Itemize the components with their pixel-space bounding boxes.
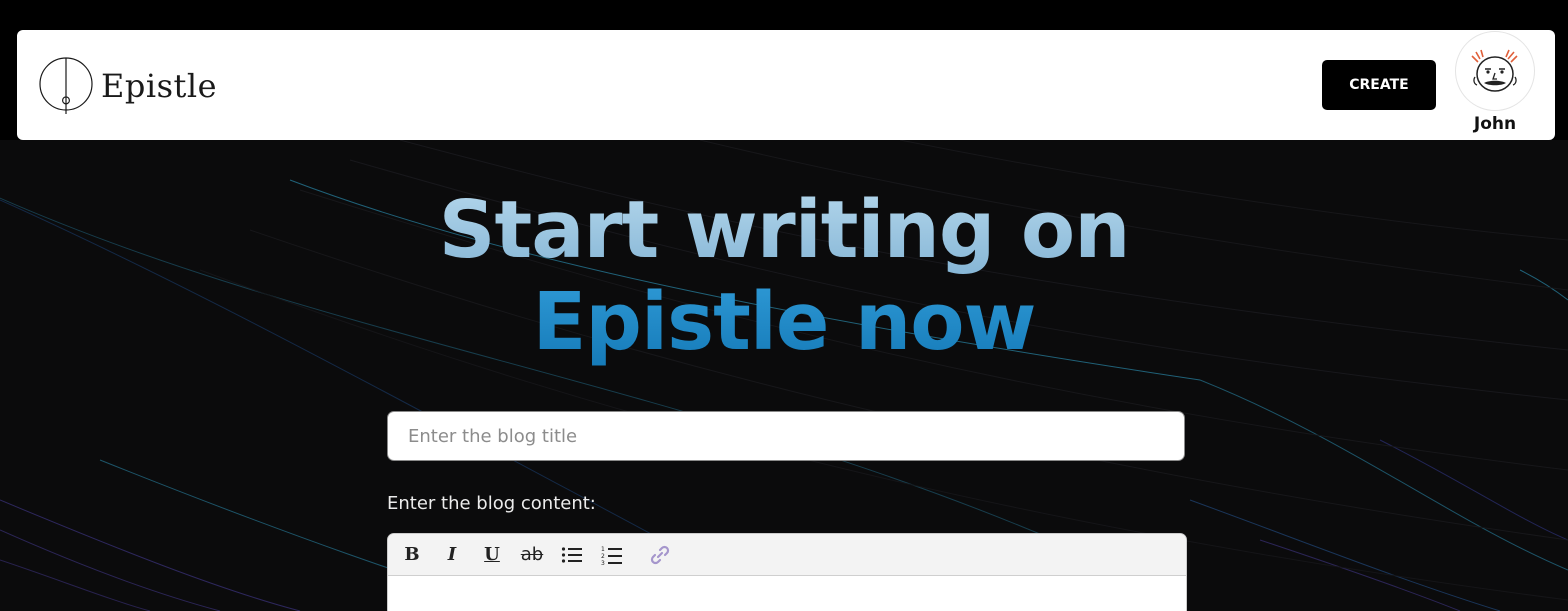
numbered-list-button[interactable]: 1 2 3 xyxy=(596,540,628,570)
page: Epistle CREATE John Start writing on Epi… xyxy=(0,0,1568,611)
blog-content-label: Enter the blog content: xyxy=(387,493,596,514)
underline-button[interactable]: U xyxy=(476,540,508,570)
brand[interactable]: Epistle xyxy=(37,56,217,116)
bold-button[interactable]: B xyxy=(396,540,428,570)
link-icon xyxy=(650,545,670,564)
svg-text:2: 2 xyxy=(601,553,605,560)
create-button[interactable]: CREATE xyxy=(1322,60,1436,110)
italic-button[interactable]: I xyxy=(436,540,468,570)
avatar-icon[interactable] xyxy=(1455,31,1535,111)
hero-line-2: Epistle now xyxy=(0,276,1568,368)
numbered-list-icon: 1 2 3 xyxy=(601,546,622,565)
svg-text:3: 3 xyxy=(601,560,605,565)
blog-title-input[interactable] xyxy=(387,411,1185,461)
link-button[interactable] xyxy=(644,540,676,570)
navbar: Epistle CREATE John xyxy=(17,30,1555,140)
hero-heading: Start writing on Epistle now xyxy=(0,184,1568,368)
brand-name: Epistle xyxy=(101,67,218,105)
svg-text:1: 1 xyxy=(601,546,605,553)
user-name[interactable]: John xyxy=(1455,114,1535,134)
epistle-logo-icon xyxy=(37,57,95,115)
strikethrough-button[interactable]: ab xyxy=(516,540,548,570)
user-menu[interactable]: John xyxy=(1455,31,1535,134)
bullet-list-icon xyxy=(561,546,582,563)
rich-text-editor[interactable]: B I U ab 1 2 3 xyxy=(387,533,1187,611)
editor-toolbar: B I U ab 1 2 3 xyxy=(388,534,1186,576)
hero-line-1: Start writing on xyxy=(0,184,1568,276)
bullet-list-button[interactable] xyxy=(556,540,588,570)
